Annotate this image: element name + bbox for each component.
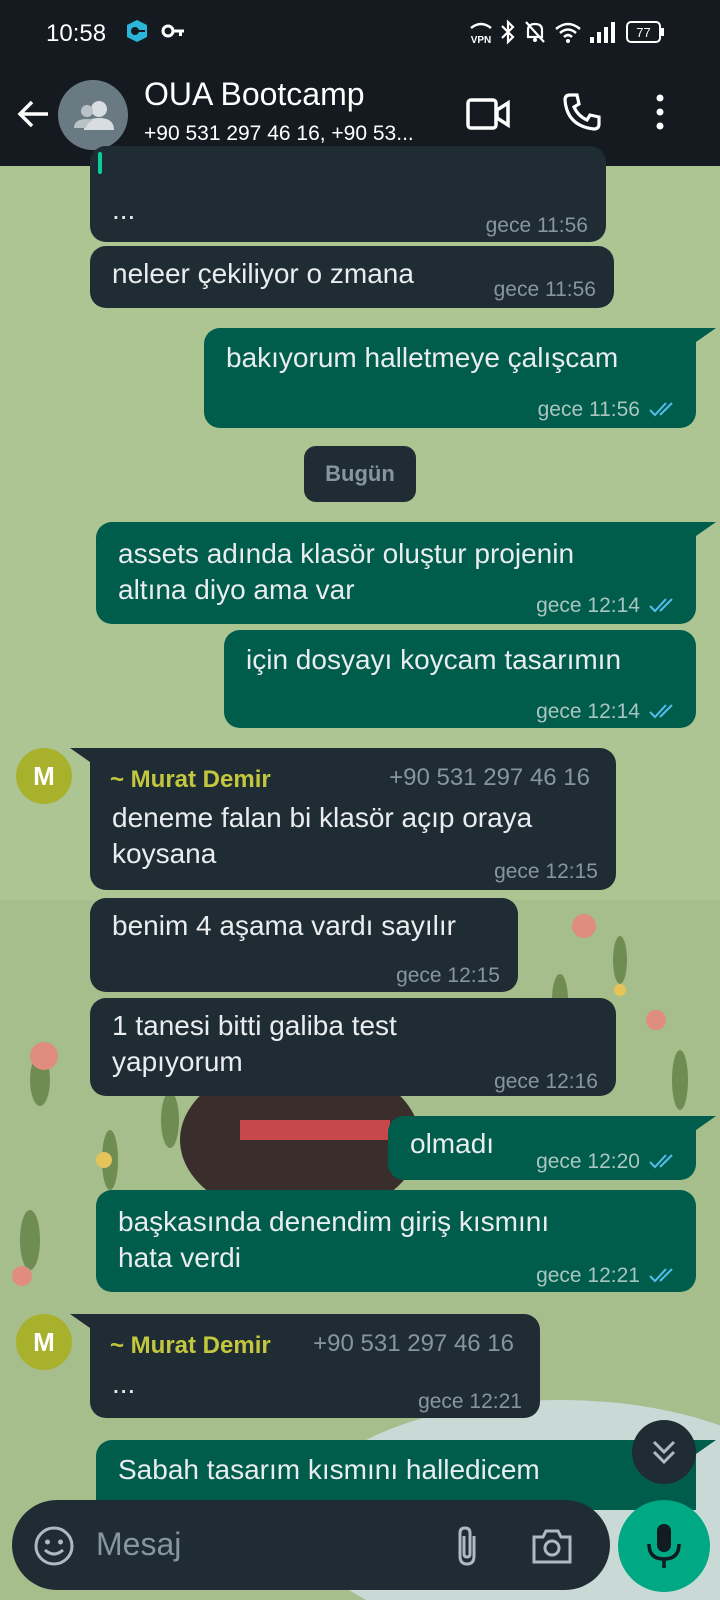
message-meta: gece 12:20 [536, 1144, 678, 1182]
voice-message-button[interactable] [618, 1500, 710, 1592]
message-time: gece 12:21 [418, 1390, 522, 1413]
message-text: ... [112, 194, 136, 225]
more-options-icon[interactable] [652, 92, 668, 137]
group-avatar[interactable] [58, 80, 128, 150]
message-meta: gece 11:56 [538, 392, 678, 430]
bubble-tail [70, 748, 90, 762]
voice-call-icon[interactable] [562, 92, 602, 137]
bluetooth-icon [498, 18, 518, 51]
emoji-icon[interactable] [32, 1524, 76, 1573]
sender-avatar[interactable]: M [16, 748, 72, 804]
sender-phone: +90 531 297 46 16 [389, 764, 590, 791]
message-text: olmadı [410, 1128, 495, 1159]
status-bar: 10:58 VPN 77 [0, 0, 720, 66]
message-text: assets adında klasör oluştur projenin [118, 538, 575, 569]
read-receipt-icon [648, 394, 678, 430]
chat-title[interactable]: OUA Bootcamp [144, 76, 365, 113]
message-input[interactable]: Mesaj [96, 1526, 181, 1563]
mic-icon [647, 1524, 681, 1568]
vpn-icon: VPN [468, 18, 494, 51]
message-composer[interactable]: Mesaj [12, 1500, 610, 1590]
message-text: ... [112, 1368, 136, 1399]
message-text: altına diyo ama var [118, 574, 355, 605]
attach-icon[interactable] [450, 1524, 486, 1573]
message-meta: gece 12:21 [536, 1258, 678, 1296]
wifi-icon [554, 18, 582, 51]
key-icon [160, 18, 186, 49]
read-receipt-icon [648, 1146, 678, 1182]
message-bubble-incoming[interactable]: ~ Murat Demir +90 531 297 46 16 deneme f… [70, 748, 616, 890]
vpn-app-icon [124, 18, 150, 49]
message-text: yapıyorum [112, 1046, 243, 1077]
message-text: Sabah tasarım kısmını halledicem [118, 1454, 540, 1485]
message-bubble-outgoing[interactable]: assets adında klasör oluştur projenin al… [96, 522, 716, 626]
group-avatar-icon [74, 101, 114, 130]
message-time: gece 12:21 [536, 1264, 640, 1287]
double-chevron-down-icon [652, 1440, 676, 1465]
message-bubble-outgoing[interactable]: olmadı gece 12:20 [388, 1116, 716, 1182]
back-arrow-icon[interactable] [14, 94, 54, 134]
message-text: koysana [112, 838, 217, 869]
video-call-icon[interactable] [466, 94, 510, 139]
read-receipt-icon [648, 590, 678, 626]
bubble-tail [70, 1314, 90, 1328]
sender-name[interactable]: ~ Murat Demir [110, 1328, 271, 1364]
message-time: gece 12:14 [536, 594, 640, 617]
mute-icon [522, 18, 548, 51]
bubble-tail [696, 522, 716, 536]
message-text: bakıyorum halletmeye çalışcam [226, 342, 619, 373]
message-bubble-outgoing[interactable]: için dosyayı koycam tasarımın gece 12:14 [224, 630, 696, 728]
message-text: başkasında denendim giriş kısmını [118, 1206, 550, 1237]
message-meta: gece 12:14 [536, 694, 678, 732]
sender-avatar[interactable]: M [16, 1314, 72, 1370]
message-time: gece 12:16 [494, 1070, 598, 1093]
svg-text:VPN: VPN [471, 35, 492, 46]
message-time: gece 11:56 [537, 398, 640, 421]
camera-icon[interactable] [530, 1524, 574, 1573]
sender-phone: +90 531 297 46 16 [313, 1330, 514, 1357]
message-text: 1 tanesi bitti galiba test [112, 1010, 397, 1041]
message-time: gece 11:56 [493, 278, 596, 301]
status-time: 10:58 [46, 20, 107, 47]
read-receipt-icon [648, 1260, 678, 1296]
chat-participants[interactable]: +90 531 297 46 16, +90 53... [144, 122, 444, 146]
sender-name[interactable]: ~ Murat Demir [110, 762, 271, 798]
message-time: gece 12:15 [396, 964, 500, 987]
message-bubble-incoming[interactable]: ... gece 11:56 [90, 146, 606, 242]
message-time: gece 12:14 [536, 700, 640, 723]
bubble-tail [696, 328, 716, 342]
bubble-tail [696, 1440, 716, 1454]
signal-icon [588, 18, 616, 51]
day-separator: Bugün [304, 446, 416, 502]
message-bubble-outgoing[interactable]: bakıyorum halletmeye çalışcam gece 11:56 [204, 328, 716, 430]
bubble-tail [696, 1116, 716, 1130]
message-bubble-incoming[interactable]: 1 tanesi bitti galiba test yapıyorum gec… [90, 998, 616, 1096]
message-text: benim 4 aşama vardı sayılır [112, 910, 456, 941]
message-text: için dosyayı koycam tasarımın [246, 644, 622, 675]
message-bubble-outgoing[interactable]: başkasında denendim giriş kısmını hata v… [96, 1190, 696, 1292]
scroll-to-bottom-button[interactable] [632, 1420, 696, 1484]
message-bubble-incoming[interactable]: benim 4 aşama vardı sayılır gece 12:15 [90, 898, 518, 992]
message-text: deneme falan bi klasör açıp oraya [112, 802, 533, 833]
message-bubble-incoming[interactable]: neleer çekiliyor o zmana gece 11:56 [90, 246, 614, 308]
quoted-reply-bar [98, 152, 102, 174]
message-bubble-incoming[interactable]: ~ Murat Demir +90 531 297 46 16 ... gece… [70, 1314, 540, 1418]
message-time: gece 12:20 [536, 1150, 640, 1173]
message-time: gece 12:15 [494, 860, 598, 883]
message-text: hata verdi [118, 1242, 241, 1273]
message-text: neleer çekiliyor o zmana [112, 258, 414, 289]
message-time: gece 11:56 [485, 214, 588, 237]
battery-icon: 77 [626, 20, 666, 49]
message-meta: gece 12:14 [536, 588, 678, 626]
battery-level: 77 [636, 25, 650, 40]
read-receipt-icon [648, 696, 678, 732]
